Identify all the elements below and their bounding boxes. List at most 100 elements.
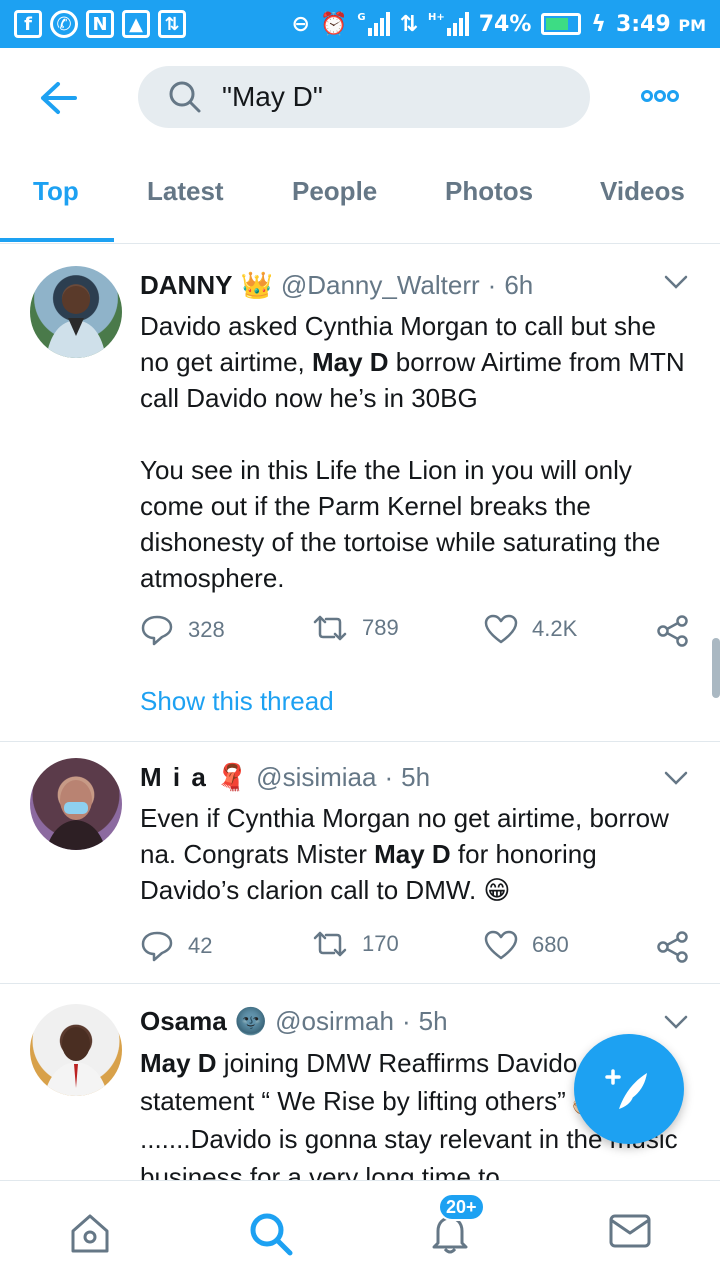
grin-emoji: 😁 — [483, 875, 511, 905]
crown-emoji: 👑 — [240, 270, 273, 300]
avatar-photo — [46, 780, 106, 850]
alarm-icon: ⏰ — [319, 11, 348, 37]
separator-dot: · — [487, 270, 497, 300]
tweet-paragraph: Davido asked Cynthia Morgan to call but … — [140, 308, 688, 416]
signal-icon: G — [357, 12, 390, 36]
tweet-actions: 328 789 4.2K — [140, 614, 700, 650]
tweet-text: Davido asked Cynthia Morgan to call but … — [140, 308, 688, 596]
status-bar: f ✆ N ▲ ⇅ ⊖ ⏰ G ⇅ H+ 74% ϟ 3:49 PM — [0, 0, 720, 48]
search-highlight: May D — [140, 1048, 217, 1078]
reply-button[interactable]: 42 — [140, 930, 212, 962]
signal-hplus-label: H+ — [428, 12, 445, 23]
active-tab-indicator — [0, 238, 114, 242]
messages-icon[interactable] — [608, 1211, 652, 1251]
author-handle[interactable]: @osirmah — [275, 1006, 394, 1037]
battery-icon — [541, 13, 582, 35]
search-icon[interactable] — [248, 1211, 294, 1257]
retweet-icon — [313, 615, 347, 641]
tweet-time: 5h — [401, 762, 431, 792]
chevron-down-icon[interactable] — [664, 770, 688, 786]
search-header: "May D" — [0, 48, 720, 148]
tweet-header: DANNY 👑 @Danny_Walterr · 6h — [140, 270, 533, 301]
retweet-count: 170 — [362, 931, 399, 956]
avatar-photo — [46, 286, 106, 358]
compose-tweet-button[interactable] — [574, 1034, 684, 1144]
avatar-photo — [44, 1027, 108, 1096]
data-transfer-icon: ⇅ — [158, 10, 186, 38]
charging-icon: ϟ — [591, 11, 606, 37]
tweet[interactable]: DANNY 👑 @Danny_Walterr · 6h Davido asked… — [0, 246, 720, 742]
chevron-down-icon[interactable] — [664, 274, 688, 290]
retweet-count: 789 — [362, 615, 399, 640]
search-tabs: Top Latest People Photos Videos — [0, 148, 720, 244]
tweet-time: 5h — [418, 1006, 448, 1036]
like-button[interactable]: 4.2K — [484, 614, 577, 644]
tweet[interactable]: M i a 🧣 @sisimiaa · 5h Even if Cynthia M… — [0, 742, 720, 984]
tab-videos[interactable]: Videos — [600, 176, 685, 207]
like-count: 680 — [532, 932, 569, 957]
compose-feather-icon — [605, 1069, 647, 1109]
bottom-navigation: 20+ — [0, 1180, 720, 1280]
home-icon[interactable] — [68, 1211, 112, 1255]
reply-count: 42 — [188, 933, 213, 958]
gallery-icon: ▲ — [122, 10, 150, 38]
tweet-actions: 42 170 680 — [140, 930, 700, 966]
reply-icon — [141, 615, 173, 646]
more-options-icon[interactable] — [640, 88, 680, 104]
facebook-icon: f — [14, 10, 42, 38]
share-icon[interactable] — [656, 930, 690, 964]
reply-icon — [141, 931, 173, 962]
signal-g-label: G — [357, 12, 366, 23]
show-thread-link[interactable]: Show this thread — [140, 686, 334, 717]
clock: 3:49 PM — [616, 12, 706, 37]
n-app-icon: N — [86, 10, 114, 38]
scarf-emoji: 🧣 — [215, 762, 249, 792]
avatar[interactable] — [30, 266, 122, 358]
tab-people[interactable]: People — [292, 176, 377, 207]
whatsapp-icon: ✆ — [50, 10, 78, 38]
avatar[interactable] — [30, 758, 122, 850]
back-arrow-icon[interactable] — [38, 80, 78, 116]
author-handle[interactable]: @sisimiaa — [256, 762, 376, 793]
search-highlight: May D — [374, 839, 451, 869]
tab-photos[interactable]: Photos — [445, 176, 533, 207]
like-count: 4.2K — [532, 616, 578, 641]
author-name[interactable]: DANNY — [140, 270, 232, 301]
clock-time: 3:49 — [615, 11, 671, 37]
status-system-icons: ⊖ ⏰ G ⇅ H+ 74% ϟ 3:49 PM — [292, 12, 707, 37]
author-name[interactable]: M i a — [140, 762, 208, 793]
status-notification-icons: f ✆ N ▲ ⇅ — [14, 10, 186, 38]
reply-count: 328 — [188, 617, 225, 642]
tweet-paragraph: You see in this Life the Lion in you wil… — [140, 455, 661, 593]
search-input[interactable]: "May D" — [138, 66, 590, 128]
share-icon[interactable] — [656, 614, 690, 648]
tab-top[interactable]: Top — [33, 176, 79, 207]
search-query: "May D" — [222, 81, 323, 112]
tweet-time: 6h — [504, 270, 534, 300]
avatar[interactable] — [30, 1004, 122, 1096]
heart-icon — [484, 930, 518, 960]
do-not-disturb-icon: ⊖ — [291, 11, 310, 37]
new-moon-face-emoji: 🌚 — [234, 1006, 268, 1036]
heart-icon — [484, 614, 518, 644]
chevron-down-icon[interactable] — [664, 1014, 688, 1030]
tweet-text: Even if Cynthia Morgan no get airtime, b… — [140, 800, 688, 908]
search-icon — [169, 81, 201, 113]
retweet-icon — [313, 931, 347, 957]
signal-hplus-icon: H+ — [428, 12, 469, 36]
reply-button[interactable]: 328 — [140, 614, 225, 646]
author-name[interactable]: Osama — [140, 1006, 227, 1037]
separator-dot: · — [384, 762, 394, 792]
battery-percent: 74% — [478, 11, 532, 37]
retweet-button[interactable]: 789 — [312, 614, 399, 642]
tweet-paragraph: Even if Cynthia Morgan no get airtime, b… — [140, 800, 688, 908]
search-highlight: May D — [311, 347, 389, 377]
author-handle[interactable]: @Danny_Walterr — [281, 270, 480, 301]
like-button[interactable]: 680 — [484, 930, 569, 960]
scrollbar-thumb[interactable] — [712, 638, 720, 698]
clock-ampm: PM — [678, 15, 706, 35]
tweet-header: M i a 🧣 @sisimiaa · 5h — [140, 762, 430, 793]
tab-latest[interactable]: Latest — [147, 176, 224, 207]
retweet-button[interactable]: 170 — [312, 930, 399, 958]
notification-badge: 20+ — [438, 1193, 485, 1221]
